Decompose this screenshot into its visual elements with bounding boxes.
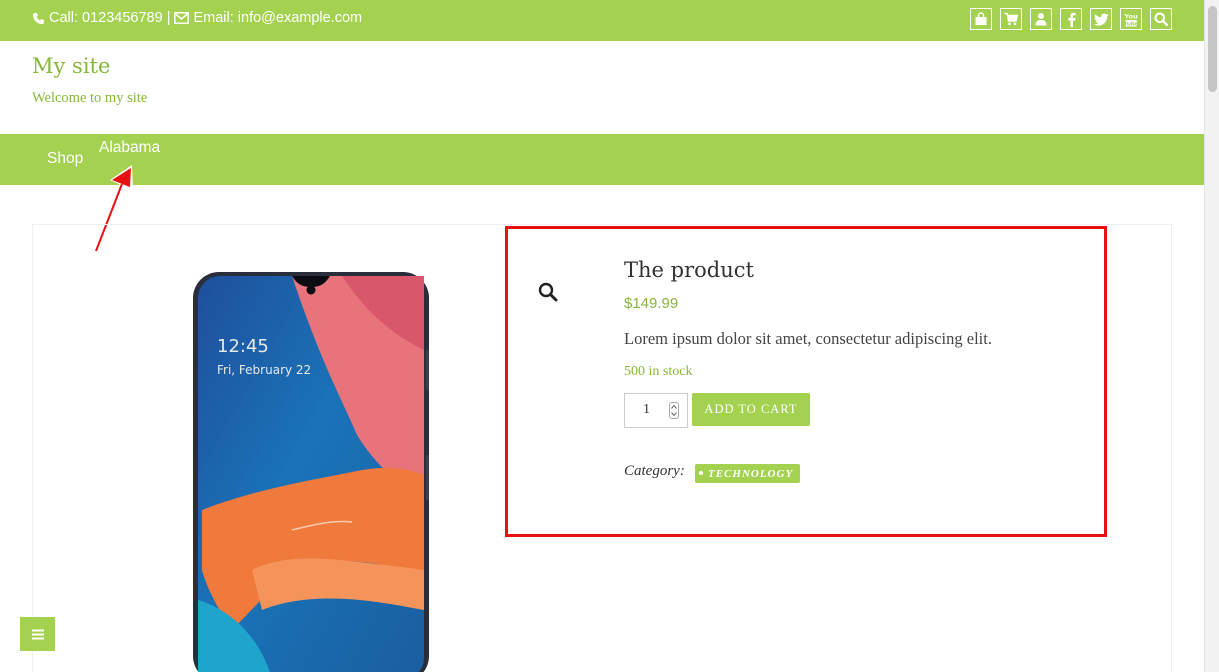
highlight-box	[505, 226, 1107, 537]
scrollbar-thumb[interactable]	[1208, 6, 1217, 92]
cart-icon[interactable]	[1000, 8, 1022, 30]
add-to-cart-button[interactable]: ADD TO CART	[692, 393, 810, 426]
quantity-stepper[interactable]	[669, 402, 679, 419]
product-title: The product	[624, 258, 754, 282]
contact-info: Call: 0123456789 | Email: info@example.c…	[32, 10, 362, 26]
product-description: Lorem ipsum dolor sit amet, consectetur …	[624, 329, 992, 348]
facebook-icon[interactable]	[1060, 8, 1082, 30]
search-icon[interactable]	[1150, 8, 1172, 30]
top-bar: Call: 0123456789 | Email: info@example.c…	[0, 0, 1204, 41]
separator: |	[166, 10, 171, 26]
quantity-input[interactable]: 1	[624, 393, 688, 428]
quantity-value: 1	[643, 402, 650, 417]
email-text: Email: info@example.com	[193, 10, 363, 26]
stock-status: 500 in stock	[624, 364, 693, 379]
svg-text:You: You	[1124, 12, 1138, 20]
category-tag-technology[interactable]: TECHNOLOGY	[695, 464, 801, 483]
svg-text:Tube: Tube	[1124, 21, 1138, 27]
site-tagline: Welcome to my site	[32, 90, 148, 106]
product-image[interactable]: 12:45 Fri, February 22	[192, 270, 430, 672]
phone-date: Fri, February 22	[217, 363, 311, 377]
phone-icon	[32, 12, 45, 25]
menu-toggle-button[interactable]	[20, 617, 55, 651]
user-icon[interactable]	[1030, 8, 1052, 30]
envelope-icon	[174, 12, 190, 24]
product-price: $149.99	[624, 295, 679, 312]
site-title[interactable]: My site	[32, 54, 110, 78]
youtube-icon[interactable]: You Tube	[1120, 8, 1142, 30]
nav-item-shop[interactable]: Shop	[47, 150, 83, 168]
bag-icon[interactable]	[970, 8, 992, 30]
main-nav: Shop Alabama	[0, 134, 1204, 185]
nav-item-alabama[interactable]: Alabama	[99, 139, 160, 157]
call-text: Call: 0123456789	[49, 10, 163, 26]
top-icon-bar: You Tube	[970, 8, 1172, 30]
twitter-icon[interactable]	[1090, 8, 1112, 30]
phone-time: 12:45	[217, 336, 269, 357]
zoom-icon[interactable]	[537, 281, 559, 303]
hamburger-icon	[31, 629, 44, 639]
category-label: Category:	[624, 463, 685, 479]
vertical-scrollbar[interactable]	[1204, 0, 1219, 672]
